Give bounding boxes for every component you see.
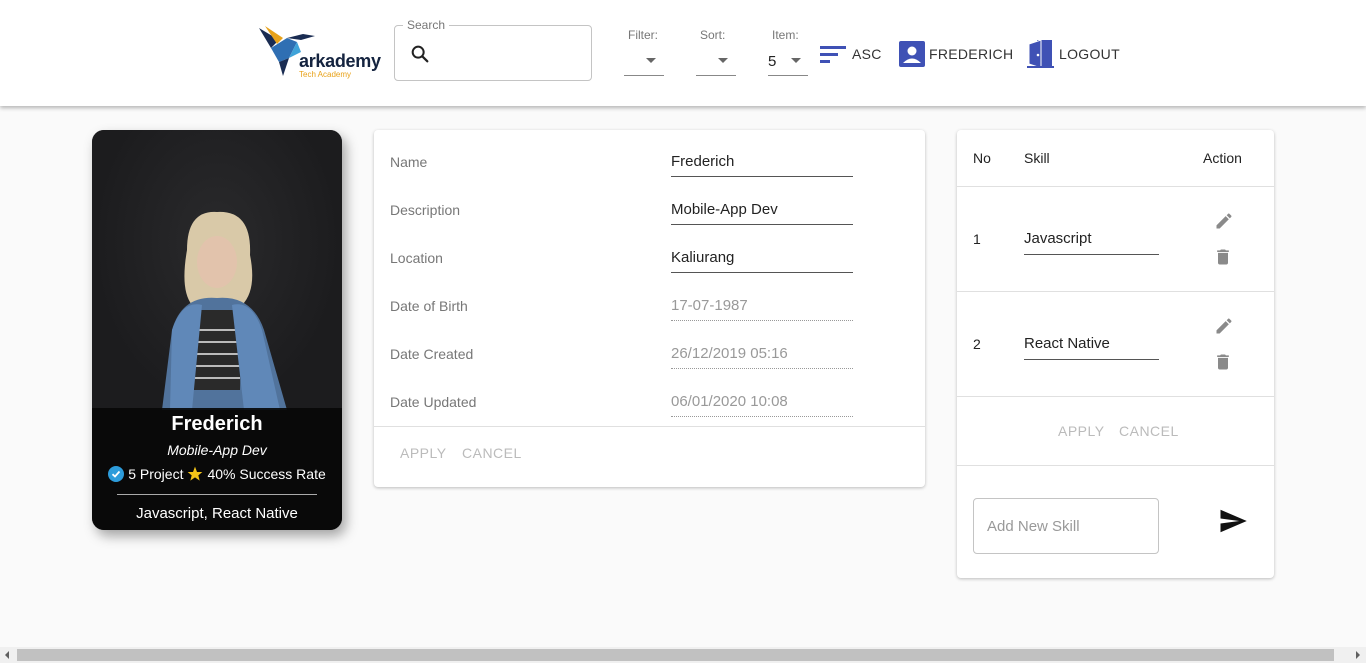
- profile-details-form: Name Frederich Description Mobile-App De…: [374, 130, 925, 487]
- door-exit-icon: [1027, 40, 1054, 68]
- details-apply-button[interactable]: APPLY: [400, 445, 447, 461]
- date-updated-field: Date Updated 06/01/2020 10:08: [390, 393, 910, 442]
- location-field[interactable]: Location Kaliurang: [390, 249, 910, 298]
- new-skill-input[interactable]: Add New Skill: [973, 498, 1159, 554]
- scrollbar-thumb[interactable]: [17, 649, 1334, 661]
- scroll-right-arrow-icon[interactable]: [1356, 651, 1360, 659]
- sort-lines-icon: [820, 46, 846, 63]
- user-name-label: FREDERICH: [929, 46, 1014, 62]
- chevron-down-icon: [646, 58, 656, 63]
- skill-row-input[interactable]: React Native: [1024, 335, 1110, 352]
- skills-cancel-button[interactable]: CANCEL: [1119, 423, 1179, 439]
- field-value[interactable]: Frederich: [671, 153, 734, 170]
- field-value[interactable]: Kaliurang: [671, 249, 734, 266]
- star-icon: [188, 466, 203, 481]
- horizontal-scrollbar[interactable]: [0, 647, 1366, 663]
- project-count: 5 Project: [128, 466, 184, 482]
- field-label: Location: [390, 250, 443, 266]
- search-input[interactable]: Search: [394, 18, 592, 81]
- item-label: Item:: [772, 28, 799, 42]
- filter-label: Filter:: [628, 28, 658, 42]
- column-header-action: Action: [1203, 150, 1242, 166]
- field-label: Name: [390, 154, 428, 170]
- column-header-no: No: [973, 150, 991, 166]
- skill-row-input[interactable]: Javascript: [1024, 230, 1092, 247]
- delete-trash-icon[interactable]: [1213, 247, 1233, 267]
- sort-order-button[interactable]: ASC: [820, 40, 882, 68]
- details-cancel-button[interactable]: CANCEL: [462, 445, 522, 461]
- user-profile-button[interactable]: FREDERICH: [899, 40, 1013, 68]
- profile-stats: 5 Project 40% Success Rate: [92, 466, 342, 482]
- logout-label: LOGOUT: [1059, 46, 1120, 62]
- profile-photo: [92, 130, 342, 410]
- person-photo-icon: [162, 211, 287, 410]
- description-field[interactable]: Description Mobile-App Dev: [390, 201, 910, 250]
- field-value[interactable]: Mobile-App Dev: [671, 201, 778, 218]
- search-icon: [411, 45, 429, 63]
- app-header: arkademy Tech Academy Search Filter: Sor…: [0, 0, 1366, 106]
- sort-label: Sort:: [700, 28, 726, 42]
- delete-trash-icon[interactable]: [1213, 352, 1233, 372]
- field-value: 06/01/2020 10:08: [671, 393, 788, 410]
- field-value: 17-07-1987: [671, 297, 748, 314]
- chevron-down-icon: [791, 58, 801, 63]
- field-label: Date of Birth: [390, 298, 468, 314]
- edit-pencil-icon[interactable]: [1214, 211, 1234, 231]
- column-header-skill: Skill: [1024, 150, 1050, 166]
- skill-row-number: 1: [973, 231, 981, 247]
- field-value: 26/12/2019 05:16: [671, 345, 788, 362]
- profile-card: Frederich Mobile-App Dev 5 Project 40% S…: [92, 130, 342, 530]
- field-label: Description: [390, 202, 461, 218]
- profile-role: Mobile-App Dev: [167, 442, 267, 458]
- profile-name: Frederich: [171, 413, 263, 435]
- divider: [117, 494, 317, 495]
- item-value: 5: [768, 53, 777, 70]
- scroll-left-arrow-icon[interactable]: [5, 651, 9, 659]
- success-rate: 40% Success Rate: [207, 466, 326, 482]
- account-box-icon: [899, 41, 925, 67]
- new-skill-placeholder: Add New Skill: [987, 518, 1080, 535]
- date-of-birth-field: Date of Birth 17-07-1987: [390, 297, 910, 346]
- send-icon[interactable]: [1216, 506, 1250, 536]
- skill-row-number: 2: [973, 336, 981, 352]
- logo-text: arkademy: [299, 51, 381, 71]
- divider: [374, 426, 925, 427]
- verified-check-icon: [108, 466, 125, 482]
- logout-button[interactable]: LOGOUT: [1027, 40, 1120, 68]
- field-label: Date Updated: [390, 394, 477, 410]
- profile-skills: Javascript, React Native: [136, 505, 298, 522]
- date-created-field: Date Created 26/12/2019 05:16: [390, 345, 910, 394]
- search-label: Search: [403, 18, 450, 32]
- logo-subtitle: Tech Academy: [299, 70, 352, 79]
- name-field[interactable]: Name Frederich: [390, 153, 910, 202]
- field-label: Date Created: [390, 346, 474, 362]
- skills-apply-button[interactable]: APPLY: [1058, 423, 1105, 439]
- skills-table: No Skill Action 1 Javascript 2 React Nat…: [957, 130, 1274, 578]
- chevron-down-icon: [718, 58, 728, 63]
- sort-order-label: ASC: [852, 46, 882, 62]
- profile-caption: Frederich Mobile-App Dev 5 Project 40% S…: [92, 408, 342, 530]
- arkademy-logo[interactable]: arkademy Tech Academy: [257, 24, 381, 80]
- edit-pencil-icon[interactable]: [1214, 316, 1234, 336]
